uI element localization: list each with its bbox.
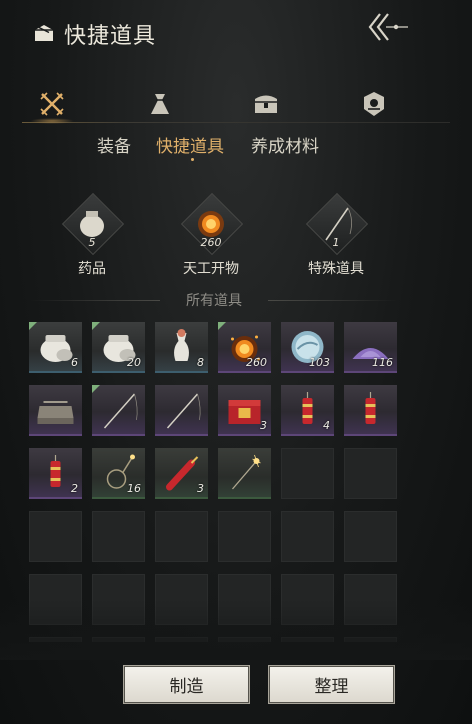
item-slot[interactable]: 16 xyxy=(92,448,145,499)
double-chevron-back-icon[interactable] xyxy=(362,10,412,44)
empty-slot[interactable] xyxy=(344,448,397,499)
item-slot[interactable]: 116 xyxy=(344,322,397,373)
item-quantity: 116 xyxy=(372,356,393,369)
item-slot[interactable] xyxy=(92,385,145,436)
item-slot[interactable] xyxy=(155,385,208,436)
item-slot[interactable]: 4 xyxy=(281,385,334,436)
empty-slot[interactable] xyxy=(218,637,271,642)
item-quantity: 6 xyxy=(71,356,78,369)
empty-slot[interactable] xyxy=(344,511,397,562)
new-item-marker xyxy=(92,385,100,393)
empty-slot[interactable] xyxy=(281,511,334,562)
item-slot[interactable] xyxy=(218,448,271,499)
tab-weapons[interactable] xyxy=(32,86,72,122)
item-slot[interactable]: 260 xyxy=(218,322,271,373)
item-slot[interactable]: 3 xyxy=(155,448,208,499)
sort-button[interactable]: 整理 xyxy=(268,665,395,704)
active-tab-indicator xyxy=(30,118,74,124)
group-medicine[interactable]: 5 药品 xyxy=(42,192,142,284)
item-slot[interactable]: 6 xyxy=(29,322,82,373)
item-slot[interactable] xyxy=(344,385,397,436)
empty-slot[interactable] xyxy=(155,637,208,642)
item-quantity: 260 xyxy=(246,356,267,369)
fishing-rod-icon xyxy=(166,393,201,429)
empty-slot[interactable] xyxy=(218,574,271,625)
firecracker-icon xyxy=(365,392,376,424)
empty-slot[interactable] xyxy=(29,637,82,642)
empty-slot[interactable] xyxy=(281,574,334,625)
crossed-swords-icon xyxy=(40,92,64,116)
item-slot[interactable]: 2 xyxy=(29,448,82,499)
item-slot[interactable]: 3 xyxy=(218,385,271,436)
item-quantity: 8 xyxy=(197,356,204,369)
active-subtab-dot xyxy=(191,158,194,161)
new-item-marker xyxy=(29,322,37,330)
badge-icon xyxy=(364,92,384,116)
page-title: 快捷道具 xyxy=(64,24,157,49)
category-tabs xyxy=(18,86,454,122)
empty-slot[interactable] xyxy=(92,574,145,625)
inventory-grid: 6 20 8 260 103 116 3 4 2 16 3 xyxy=(29,322,399,642)
box-icon xyxy=(35,25,53,41)
sparkler-icon xyxy=(232,454,261,490)
empty-slot[interactable] xyxy=(92,637,145,642)
item-slot[interactable]: 103 xyxy=(281,322,334,373)
empty-slot[interactable] xyxy=(218,511,271,562)
item-slot[interactable] xyxy=(29,385,82,436)
empty-slot[interactable] xyxy=(344,574,397,625)
item-quantity: 16 xyxy=(127,482,141,495)
subtab-materials[interactable]: 养成材料 xyxy=(251,132,319,157)
item-quantity: 3 xyxy=(197,482,204,495)
tab-pouch[interactable] xyxy=(140,86,180,122)
item-slot[interactable]: 20 xyxy=(92,322,145,373)
empty-slot[interactable] xyxy=(29,511,82,562)
header: 快捷道具 xyxy=(0,0,472,70)
tab-chest[interactable] xyxy=(246,86,286,122)
empty-slot[interactable] xyxy=(344,637,397,642)
item-quantity: 2 xyxy=(71,482,78,495)
all-items-header: 所有道具 xyxy=(30,290,398,310)
pouch-icon xyxy=(151,94,169,114)
empty-slot[interactable] xyxy=(155,574,208,625)
craft-button[interactable]: 制造 xyxy=(123,665,250,704)
empty-slot[interactable] xyxy=(281,448,334,499)
sub-tabs: 装备 快捷道具 养成材料 xyxy=(0,132,472,158)
empty-slot[interactable] xyxy=(92,511,145,562)
empty-slot[interactable] xyxy=(281,637,334,642)
item-quantity: 20 xyxy=(127,356,141,369)
subtab-quick-items[interactable]: 快捷道具 xyxy=(156,132,224,157)
item-slot[interactable]: 8 xyxy=(155,322,208,373)
item-quantity: 103 xyxy=(309,356,330,369)
group-crafting[interactable]: 260 天工开物 xyxy=(161,192,261,284)
new-item-marker xyxy=(92,322,100,330)
item-quantity: 4 xyxy=(323,419,330,432)
fishing-rod-icon xyxy=(103,393,138,429)
tab-divider xyxy=(22,122,450,123)
item-quantity: 3 xyxy=(260,419,267,432)
empty-slot[interactable] xyxy=(155,511,208,562)
new-item-marker xyxy=(218,322,226,330)
tab-badge[interactable] xyxy=(354,86,394,122)
empty-slot[interactable] xyxy=(29,574,82,625)
bed-frame-icon xyxy=(37,401,74,424)
chest-icon xyxy=(255,95,277,113)
subtab-equipment[interactable]: 装备 xyxy=(97,132,131,157)
group-special[interactable]: 1 特殊道具 xyxy=(286,192,386,284)
